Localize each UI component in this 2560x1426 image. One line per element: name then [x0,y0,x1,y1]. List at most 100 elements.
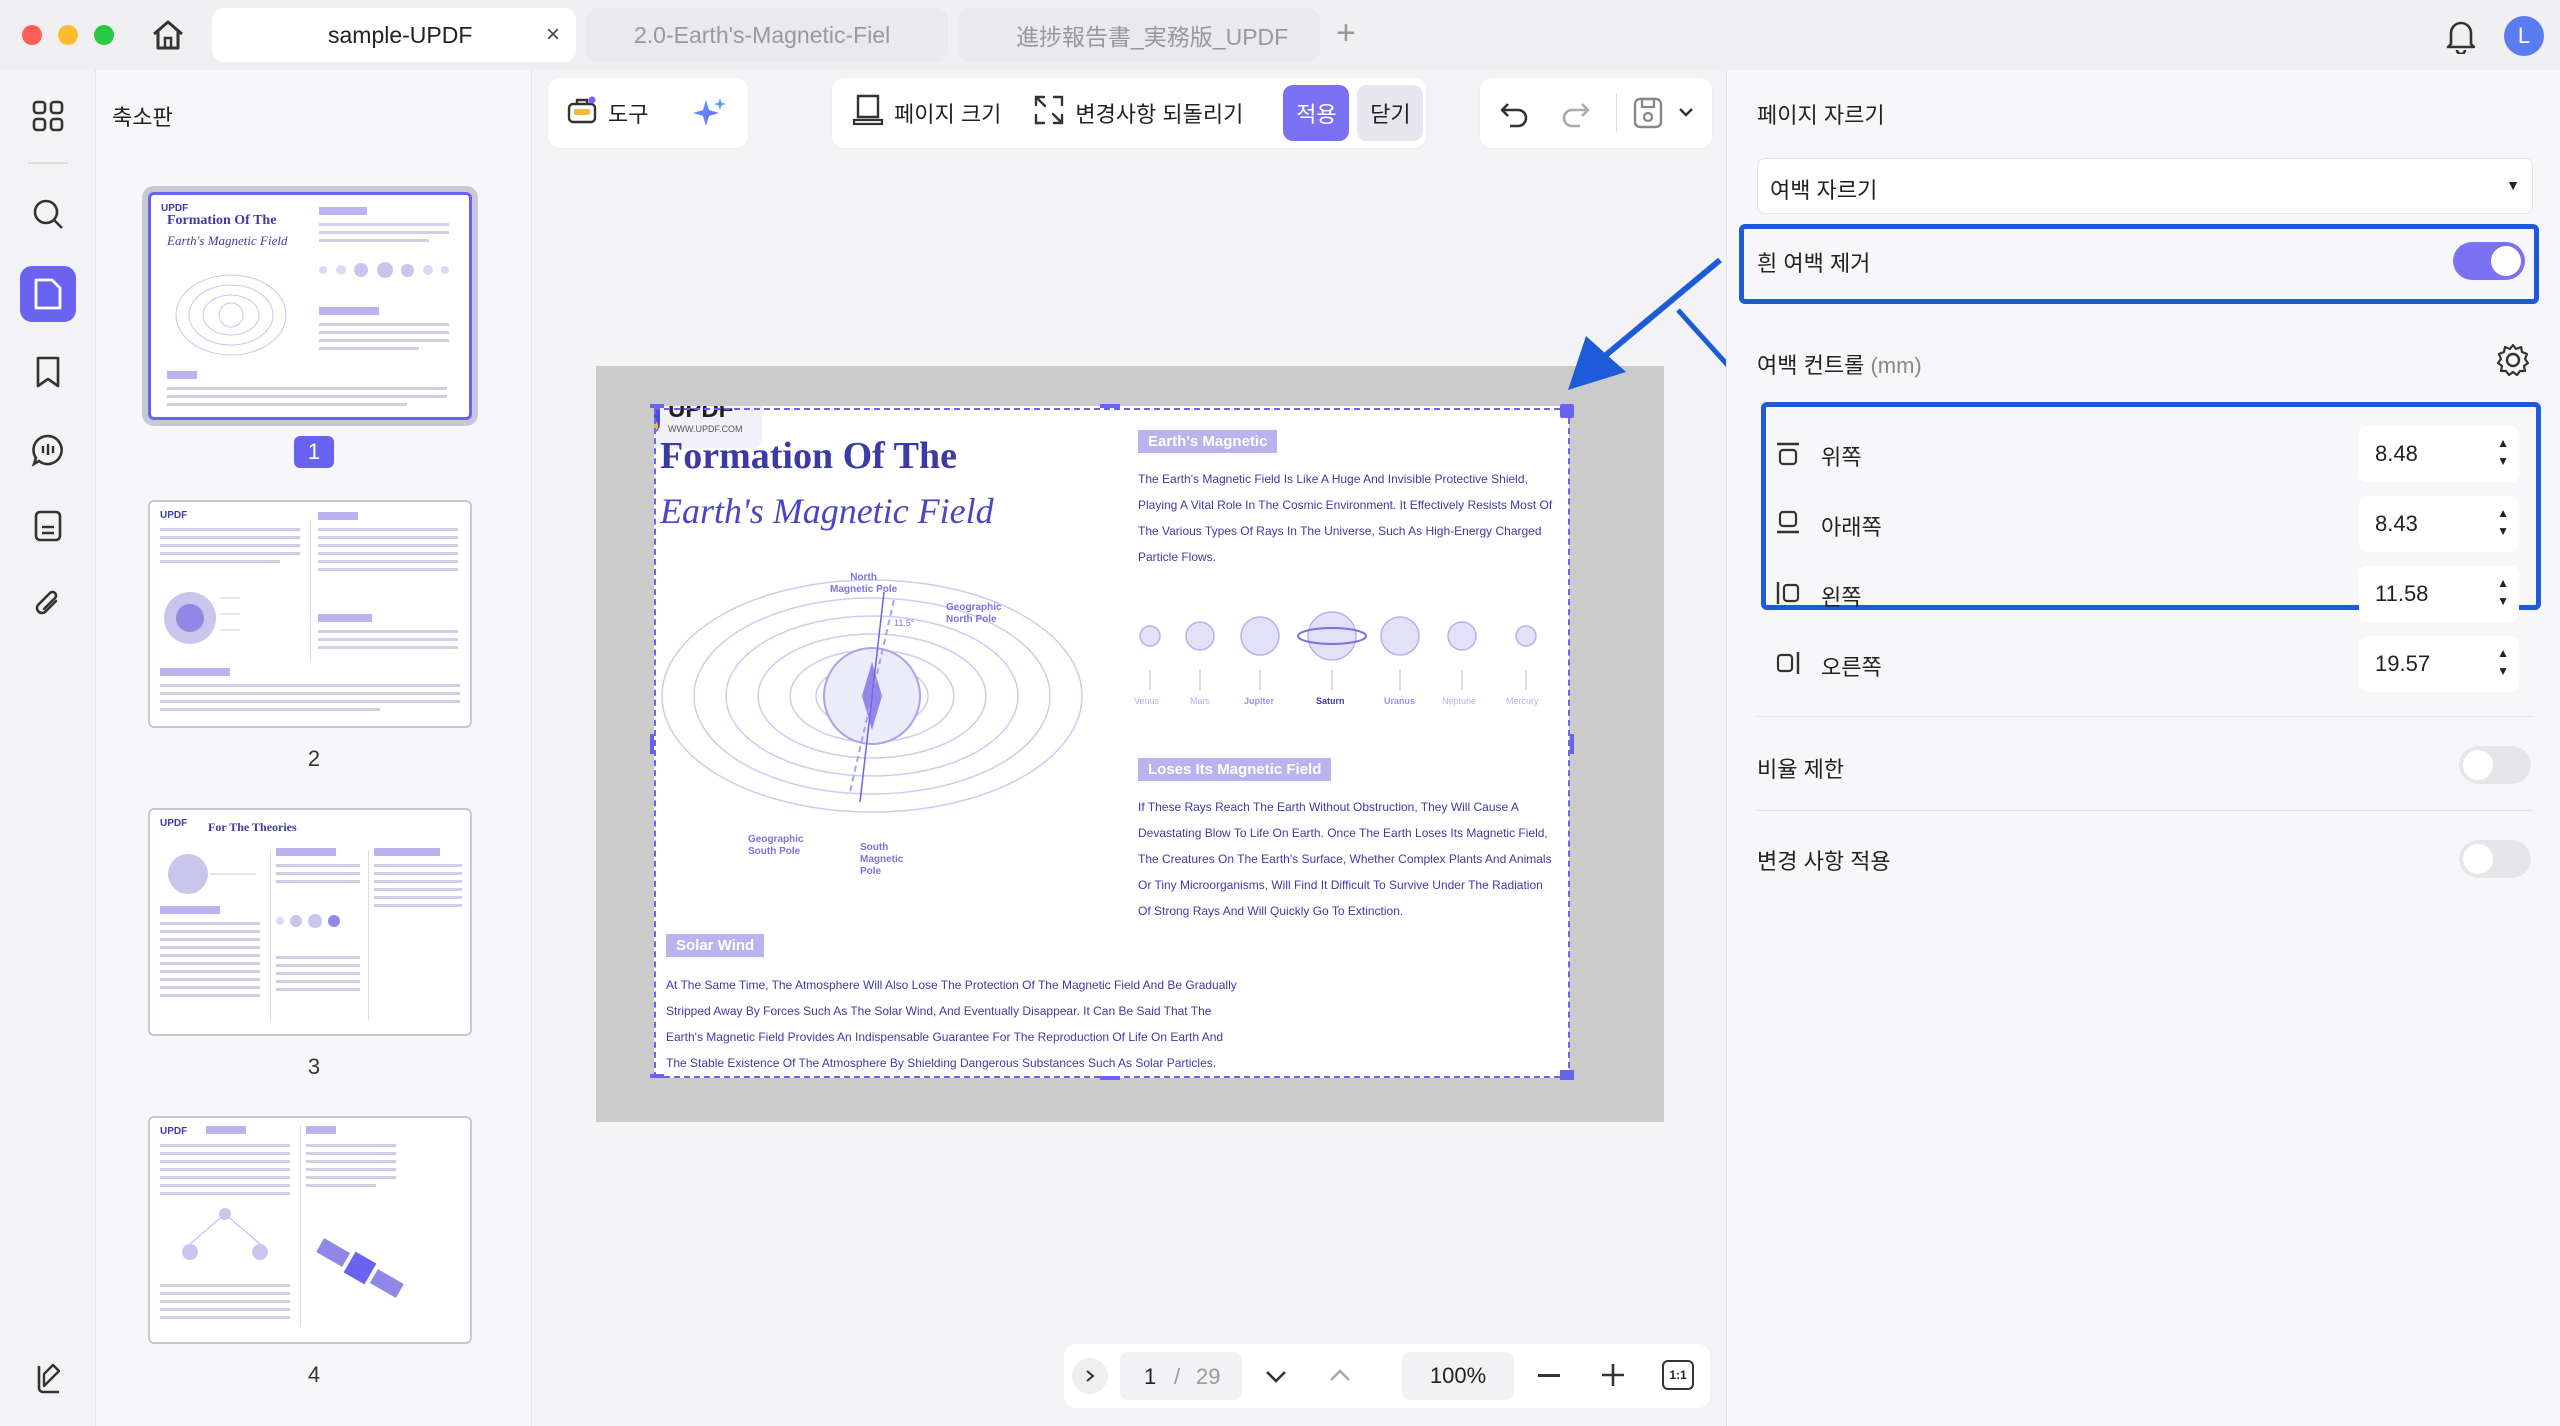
stepper-icon[interactable]: ▲ ▼ [2497,504,2509,540]
apply-button[interactable]: 적용 [1283,85,1350,141]
page-size-button[interactable]: 페이지 크기 [832,93,1015,133]
crop-mode-select[interactable]: 여백 자르기 ▼ [1757,158,2533,214]
crop-handle[interactable] [1100,404,1120,408]
apply-changes-toggle[interactable] [2459,840,2531,878]
home-icon[interactable] [150,18,186,52]
crop-handle[interactable] [650,734,654,754]
gear-icon[interactable] [2495,342,2531,383]
page-size-label: 페이지 크기 [894,102,1002,127]
grid-view-icon[interactable] [24,92,72,140]
total-pages: 29 [1196,1364,1221,1389]
current-page: 1 [1144,1364,1157,1389]
right-margin-label: 오른쪽 [1821,655,1882,680]
layers-icon[interactable] [24,1354,72,1402]
page-number-input[interactable]: 1 / 29 [1120,1352,1242,1400]
crop-handle[interactable] [1560,1070,1574,1080]
thumb-diagram [175,274,287,356]
stepper-icon[interactable]: ▲ ▼ [2497,574,2509,610]
history-toolbar [1480,78,1712,148]
dropdown-arrow-icon: ▼ [2506,177,2520,193]
left-tool-rail [0,70,96,1426]
page-size-icon [852,93,884,133]
crop-settings-panel: 페이지 자르기 여백 자르기 ▼ 흰 여백 제거 여백 컨트롤 (mm) 위쪽 … [1726,70,2560,1426]
bottom-margin-label: 아래쪽 [1821,515,1882,540]
thumb-subtitle: Earth's Magnetic Field [167,233,288,248]
notification-bell-icon[interactable] [2444,18,2478,59]
left-margin-icon [1775,580,1801,611]
redo-icon[interactable] [1560,98,1592,133]
ai-sparkle-icon[interactable] [692,96,728,137]
next-page-icon[interactable] [1264,1364,1288,1393]
thumbnail-page-4[interactable]: UPDF [148,1116,472,1344]
pages-icon[interactable] [20,266,76,322]
bottom-margin-input[interactable]: 8.43 ▲ ▼ [2359,496,2519,552]
revert-changes-label: 변경사항 되돌리기 [1075,102,1244,127]
crop-toolbar: 페이지 크기 변경사항 되돌리기 적용 닫기 [832,78,1426,148]
zoom-level[interactable]: 100% [1402,1352,1514,1400]
minimize-window-button[interactable] [58,25,78,45]
right-margin-icon [1775,650,1801,681]
tab-label: 2.0-Earth's-Magnetic-Fiel [634,21,891,48]
revert-changes-button[interactable]: 변경사항 되돌리기 [1015,94,1257,132]
thumbnail-page-3[interactable]: UPDF For The Theories [148,808,472,1036]
avatar[interactable]: L [2504,16,2544,56]
thumbnail-panel: 축소판 UPDF Formation Of The Earth's Magnet… [96,70,532,1426]
panel-title: 페이지 자르기 [1757,103,1885,128]
tab-progress-report[interactable]: 進捗報告書_実務版_UPDF [958,8,1320,62]
bottom-margin-icon [1775,510,1801,541]
toolbox-icon [566,95,598,131]
attachment-icon[interactable] [24,580,72,628]
aspect-ratio-toggle[interactable] [2459,746,2531,784]
crop-handle[interactable] [1570,734,1574,754]
thumbnail-page-number: 3 [307,1054,321,1079]
zoom-window-button[interactable] [94,25,114,45]
zoom-out-icon[interactable] [1538,1374,1560,1377]
actual-size-button[interactable]: 1:1 [1662,1360,1694,1390]
expand-arrows-icon [1033,94,1065,132]
aspect-ratio-label: 비율 제한 [1757,757,1845,782]
close-window-button[interactable] [22,25,42,45]
bookmark-icon[interactable] [24,348,72,396]
crop-handle[interactable] [650,1074,664,1078]
page-separator: / [1174,1364,1181,1389]
tools-toolbar: 도구 [548,78,748,148]
save-icon[interactable] [1632,96,1664,135]
thumbnail-page-number: 2 [307,746,321,771]
remove-white-margin-toggle[interactable] [2453,242,2525,280]
left-margin-input[interactable]: 11.58 ▲ ▼ [2359,566,2519,622]
thumbnail-page-2[interactable]: UPDF [148,500,472,728]
thumbnail-page-number: 4 [307,1362,321,1387]
thumb-title: Formation Of The [167,213,277,228]
crop-selection-box[interactable] [654,408,1570,1078]
undo-icon[interactable] [1498,98,1530,133]
page-navigation-bar: 1 / 29 100% 1:1 [1064,1344,1710,1408]
zoom-in-icon[interactable] [1600,1362,1626,1393]
tools-button[interactable]: 도구 [548,95,662,131]
title-bar: sample-UPDF × 2.0-Earth's-Magnetic-Fiel … [0,0,2560,70]
apply-changes-label: 변경 사항 적용 [1757,849,1891,874]
crop-handle[interactable] [1100,1076,1120,1080]
previous-page-icon[interactable] [1328,1364,1352,1393]
crop-handle[interactable] [650,404,664,408]
comment-icon[interactable] [24,426,72,474]
search-icon[interactable] [24,190,72,238]
tab-sample-updf[interactable]: sample-UPDF × [212,8,576,62]
stepper-icon[interactable]: ▲ ▼ [2497,434,2509,470]
form-icon[interactable] [24,502,72,550]
add-tab-button[interactable]: + [1336,14,1356,53]
right-margin-input[interactable]: 19.57 ▲ ▼ [2359,636,2519,692]
stepper-icon[interactable]: ▲ ▼ [2497,644,2509,680]
tab-earths-magnetic-field[interactable]: 2.0-Earth's-Magnetic-Fiel [586,8,948,62]
chevron-down-icon[interactable] [1676,102,1696,127]
tools-label: 도구 [608,102,649,127]
thumbnail-page-1[interactable]: UPDF Formation Of The Earth's Magnetic F… [148,192,472,420]
close-tab-icon[interactable]: × [546,21,560,49]
top-margin-input[interactable]: 8.48 ▲ ▼ [2359,426,2519,482]
remove-white-margin-label: 흰 여백 제거 [1757,251,1871,276]
divider [1757,810,2533,811]
close-crop-button[interactable]: 닫기 [1357,85,1424,141]
crop-mode-value: 여백 자르기 [1770,178,1878,203]
chevron-right-icon[interactable] [1072,1358,1108,1394]
divider [1757,716,2533,717]
thumb-title: For The Theories [208,820,297,834]
